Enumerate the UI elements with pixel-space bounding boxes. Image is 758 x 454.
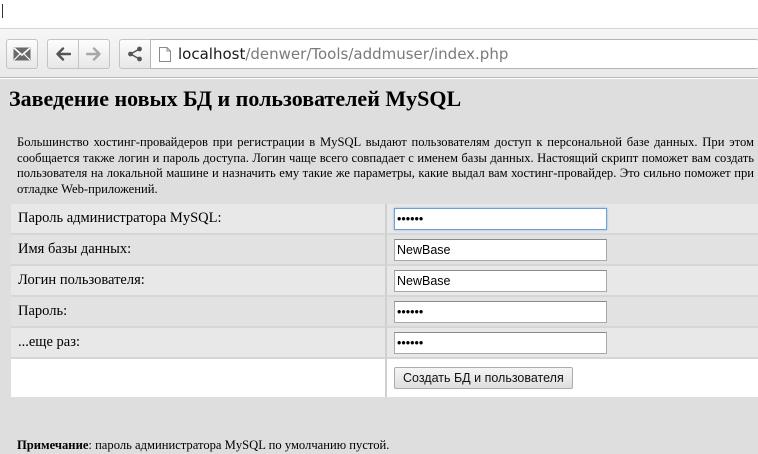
address-bar[interactable]: localhost/denwer/Tools/addmuser/index.ph… [150, 39, 758, 69]
admin-password-label: Пароль администратора MySQL: [11, 204, 387, 235]
intro-text: Большинство хостинг-провайдеров при реги… [17, 135, 754, 196]
share-icon [128, 46, 142, 62]
form-row-password-repeat: ...еще раз: [11, 328, 758, 359]
note-text: Примечание: пароль администратора MySQL … [17, 438, 389, 453]
browser-toolbar: localhost/denwer/Tools/addmuser/index.ph… [0, 28, 758, 78]
page-content: Заведение новых БД и пользователей MySQL… [0, 79, 758, 454]
password-cell [387, 297, 758, 328]
note-body: : пароль администратора MySQL по умолчан… [88, 438, 390, 452]
user-login-label: Логин пользователя: [11, 266, 387, 297]
form-row-admin-password: Пароль администратора MySQL: [11, 204, 758, 235]
text-cursor [2, 4, 3, 18]
create-db-user-button[interactable]: Создать БД и пользователя [394, 367, 573, 389]
mail-button[interactable] [6, 39, 38, 69]
admin-password-input[interactable] [394, 207, 607, 230]
back-button[interactable] [47, 39, 79, 69]
arrow-right-icon [86, 47, 101, 61]
url-path: /denwer/Tools/addmuser/index.php [245, 45, 509, 63]
mail-icon [13, 47, 31, 61]
note-prefix: Примечание [17, 438, 89, 452]
password-repeat-label: ...еще раз: [11, 328, 387, 359]
db-name-input[interactable] [394, 238, 607, 261]
submit-row-spacer [11, 359, 387, 397]
form-row-user-login: Логин пользователя: [11, 266, 758, 297]
form-row-db-name: Имя базы данных: [11, 235, 758, 266]
password-input[interactable] [394, 300, 607, 323]
submit-cell: Создать БД и пользователя [387, 359, 758, 397]
user-form: Пароль администратора MySQL: Имя базы да… [11, 204, 758, 397]
top-strip [0, 0, 758, 28]
password-label: Пароль: [11, 297, 387, 328]
arrow-left-icon [56, 47, 71, 61]
form-row-submit: Создать БД и пользователя [11, 359, 758, 397]
share-button[interactable] [119, 39, 151, 69]
form-row-password: Пароль: [11, 297, 758, 328]
url-host: localhost [178, 45, 246, 63]
admin-password-cell [387, 204, 758, 235]
password-repeat-input[interactable] [394, 331, 607, 354]
db-name-cell [387, 235, 758, 266]
page-icon [159, 46, 171, 62]
user-login-input[interactable] [394, 269, 607, 292]
user-login-cell [387, 266, 758, 297]
password-repeat-cell [387, 328, 758, 359]
forward-button[interactable] [78, 39, 110, 69]
db-name-label: Имя базы данных: [11, 235, 387, 266]
page-title: Заведение новых БД и пользователей MySQL [9, 86, 462, 111]
